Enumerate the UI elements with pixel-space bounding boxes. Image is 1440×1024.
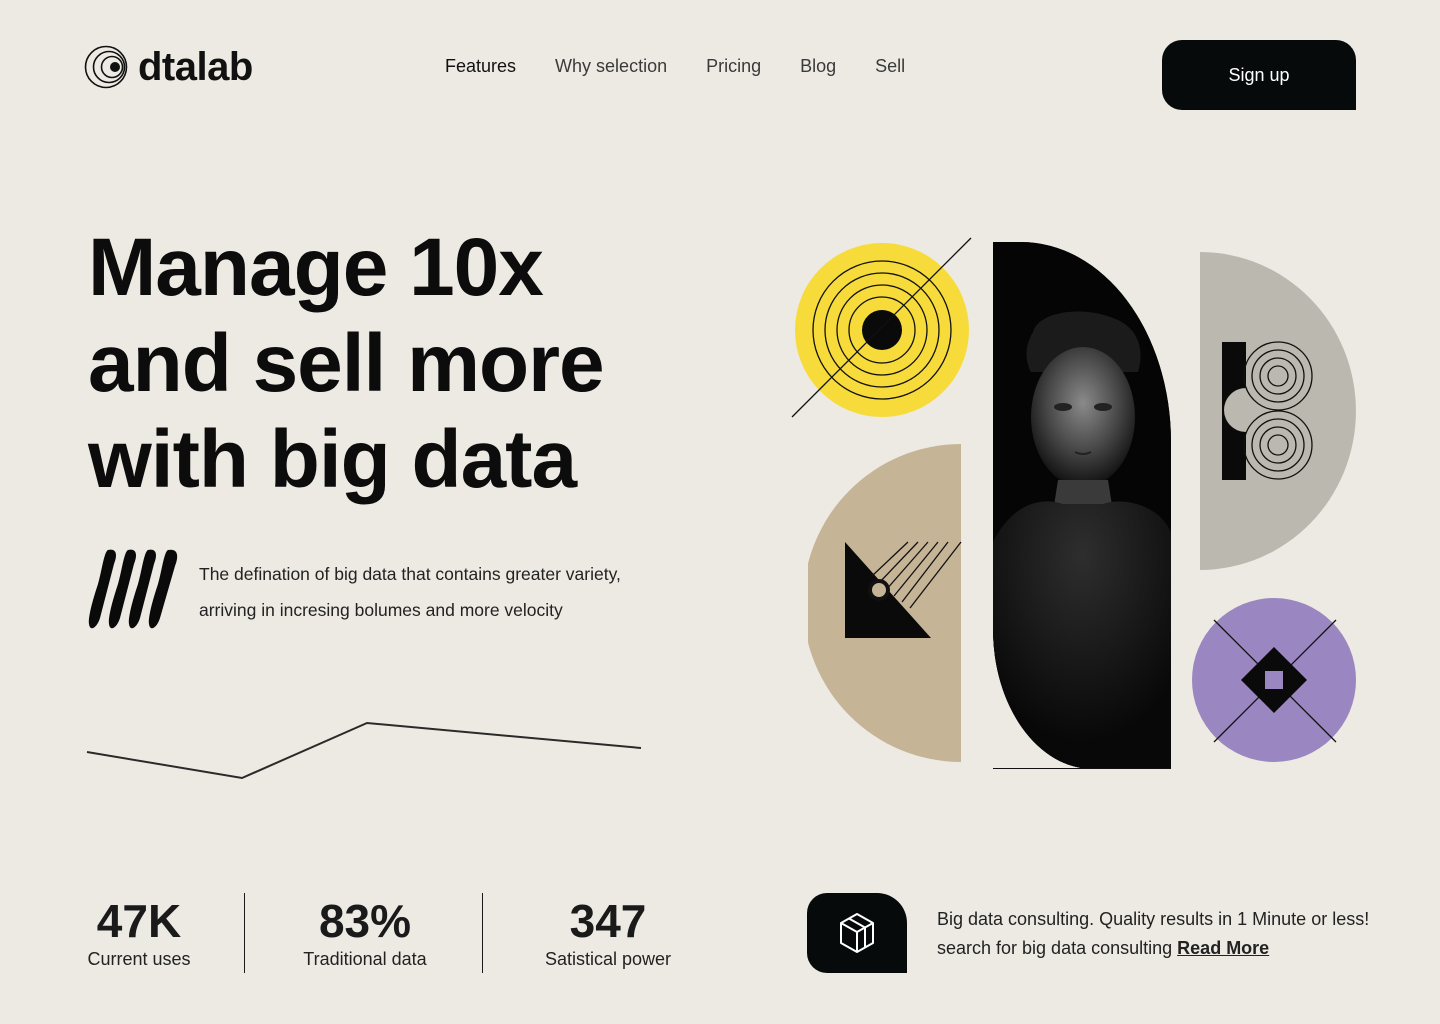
headline-line-3: with big data <box>88 414 577 505</box>
stat-label: Traditional data <box>303 949 427 969</box>
stat-divider <box>482 893 483 973</box>
stat-label: Current uses <box>87 949 191 969</box>
photo-baseline <box>993 768 1171 769</box>
logo-spiral-icon <box>84 45 128 89</box>
nav-item-features[interactable]: Features <box>445 56 516 77</box>
nav-item-blog[interactable]: Blog <box>800 56 836 77</box>
consult-description: Big data consulting. Quality results in … <box>937 905 1377 963</box>
nav-item-sell[interactable]: Sell <box>875 56 905 77</box>
brand-logo[interactable]: dtalab <box>84 42 253 92</box>
hero-description: The defination of big data that contains… <box>199 556 699 628</box>
scribble-icon <box>88 549 178 629</box>
description-line-2: arriving in incresing bolumes and more v… <box>199 600 563 620</box>
stat-label: Satistical power <box>544 949 672 969</box>
stat-current-uses: 47K Current uses <box>84 893 194 973</box>
stat-value: 47K <box>96 895 182 947</box>
tan-triangle-graphic <box>808 444 962 762</box>
stat-divider <box>244 893 245 973</box>
trend-line-graphic <box>86 721 642 780</box>
nav-item-why-selection[interactable]: Why selection <box>555 56 667 77</box>
headline-line-1: Manage 10x <box>88 222 544 313</box>
stat-satistical-power: 347 Satistical power <box>538 893 678 973</box>
headline-line-2: and sell more <box>88 318 605 409</box>
stat-value: 347 <box>569 895 647 947</box>
nav-item-pricing[interactable]: Pricing <box>706 56 761 77</box>
gray-halfcircle-graphic <box>1200 252 1356 570</box>
portrait-silhouette <box>993 242 1171 769</box>
signup-button[interactable]: Sign up <box>1162 40 1356 110</box>
portrait-photo <box>993 242 1171 769</box>
stat-traditional-data: 83% Traditional data <box>295 893 435 973</box>
description-line-1: The defination of big data that contains… <box>199 564 621 584</box>
consult-icon-tile[interactable] <box>807 893 907 973</box>
hero-headline: Manage 10x and sell more with big data <box>88 220 728 508</box>
read-more-link[interactable]: Read More <box>1177 938 1269 958</box>
consult-text: Big data consulting. Quality results in … <box>937 909 1370 958</box>
stat-value: 83% <box>318 895 412 947</box>
brand-name: dtalab <box>138 44 253 89</box>
purple-diamond-graphic <box>1192 598 1356 762</box>
yellow-target-graphic <box>791 237 972 418</box>
main-nav: Features Why selection Pricing Blog Sell <box>445 56 905 77</box>
cube-icon <box>840 913 874 953</box>
